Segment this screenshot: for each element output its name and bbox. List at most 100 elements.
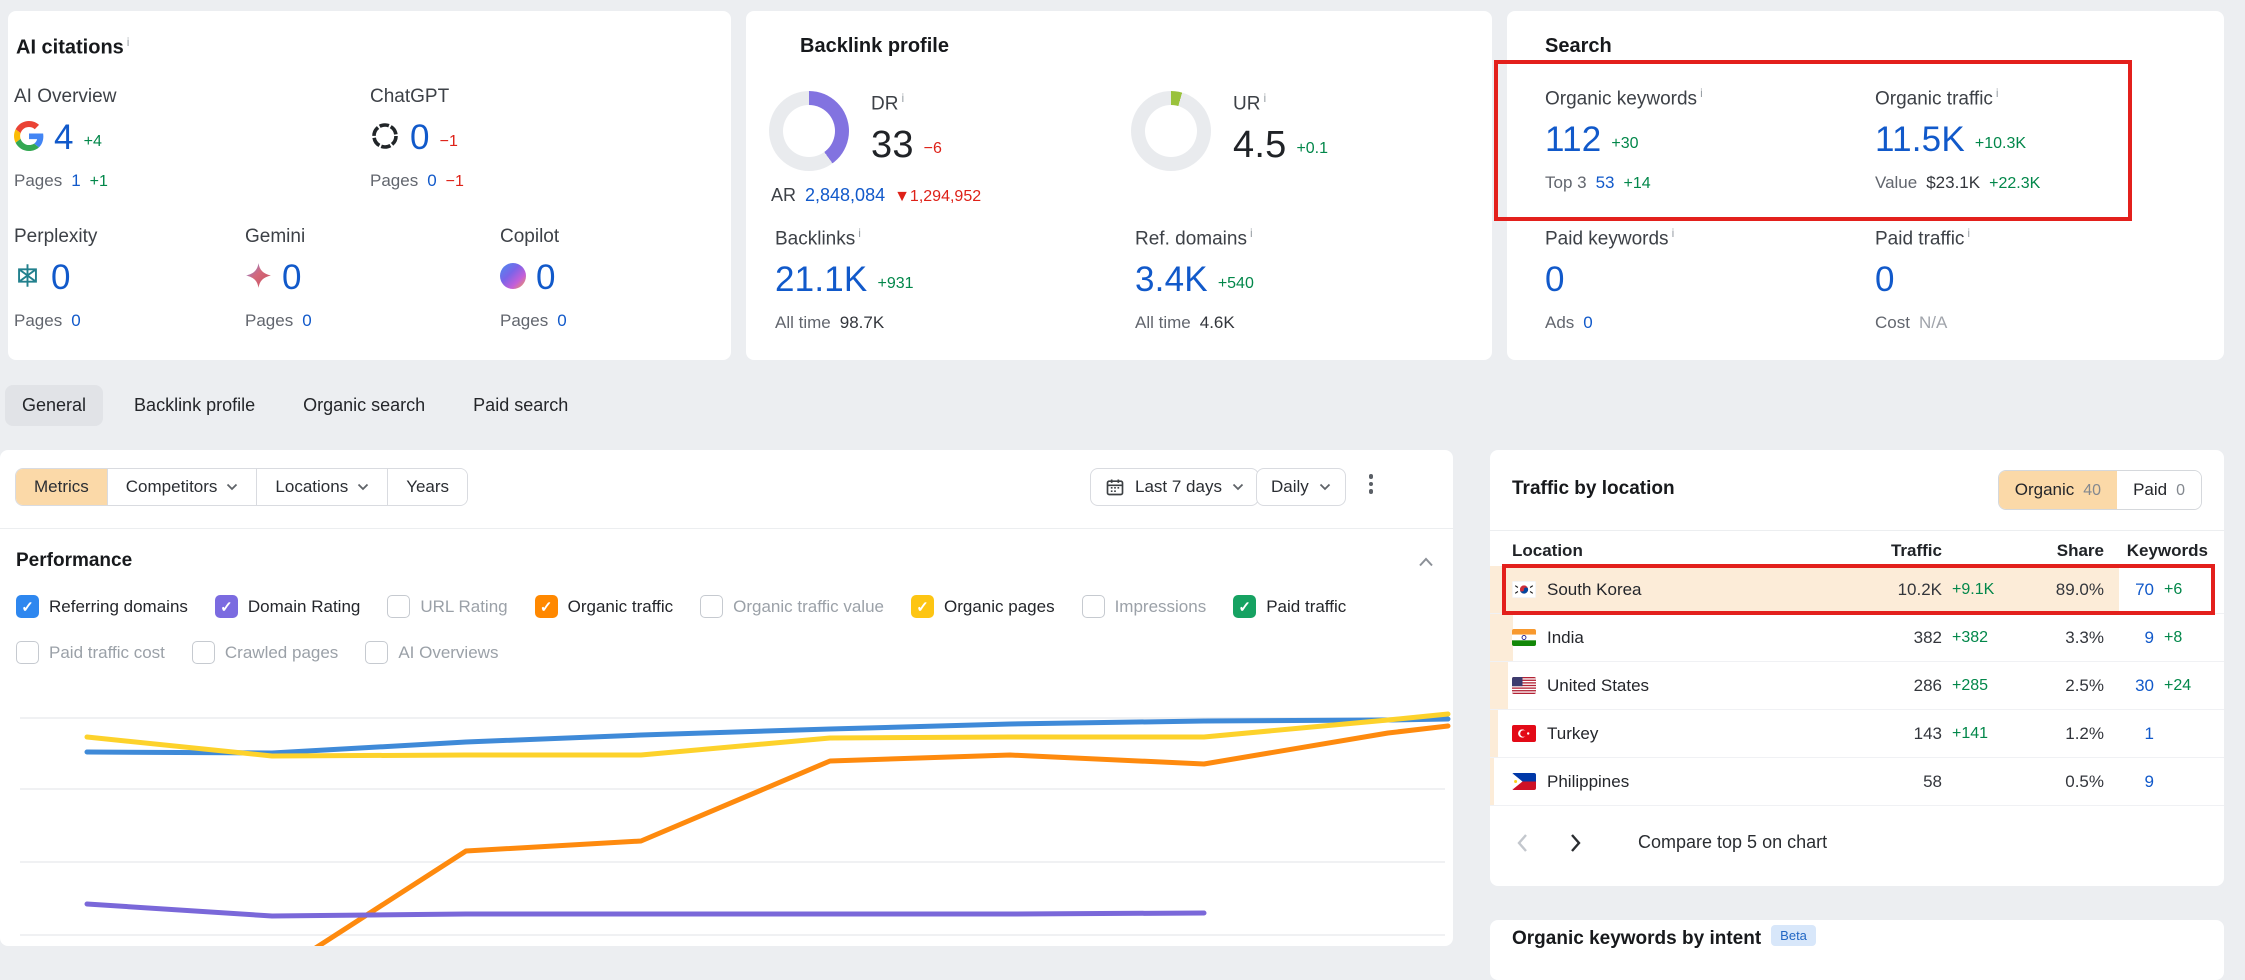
ai-citation-item: Copilot 0 Pages0 [500, 226, 576, 331]
metric-checkbox[interactable]: ✓ Organic pages [911, 595, 1055, 618]
ai-citations-value[interactable]: 0 [410, 118, 430, 158]
prev-page-chevron-icon[interactable] [1516, 833, 1528, 853]
metric-checkbox[interactable]: ✓ Domain Rating [215, 595, 360, 618]
backlinks-metric: Backlinksi 21.1K +931 All time98.7K [775, 226, 914, 333]
granularity-button[interactable]: Daily [1256, 468, 1346, 506]
tab-general[interactable]: General [5, 385, 103, 426]
ai-citations-card: AI citationsi AI Overview 4 +4 Pages1+1 … [8, 11, 731, 360]
organic-traffic-value[interactable]: 11.5K [1875, 120, 1965, 160]
date-range-button[interactable]: Last 7 days [1090, 468, 1259, 506]
location-row[interactable]: Philippines 58 0.5% 9 [1490, 758, 2224, 806]
tab-organic-search[interactable]: Organic search [286, 385, 442, 426]
ref-domains-label: Ref. domainsi [1135, 226, 1254, 250]
dr-delta: −6 [924, 140, 942, 158]
info-icon[interactable]: i [127, 35, 130, 49]
ai-citations-value[interactable]: 4 [54, 118, 74, 158]
checkbox-label: Domain Rating [248, 597, 360, 617]
ar-value[interactable]: 2,848,084 [805, 185, 885, 206]
backlinks-value[interactable]: 21.1K [775, 260, 867, 300]
location-name: United States [1547, 676, 1649, 696]
checkbox-label: Crawled pages [225, 643, 338, 663]
checkbox-label: Referring domains [49, 597, 188, 617]
info-icon[interactable]: i [1672, 226, 1675, 240]
dr-donut-chart [769, 91, 849, 171]
paid-traffic-label: Paid traffici [1875, 226, 1970, 250]
info-icon[interactable]: i [858, 226, 861, 240]
organic-keywords-value[interactable]: 112 [1545, 120, 1601, 160]
country-flag-icon [1512, 773, 1536, 790]
keywords-value[interactable]: 9 [2104, 772, 2154, 792]
metric-checkbox[interactable]: Crawled pages [192, 641, 338, 664]
keywords-value[interactable]: 30 [2104, 676, 2154, 696]
location-row[interactable]: India 382 +382 3.3% 9 +8 [1490, 614, 2224, 662]
ref-domains-value[interactable]: 3.4K [1135, 260, 1208, 300]
keywords-delta: +24 [2154, 677, 2208, 695]
paid-traffic-value[interactable]: 0 [1875, 260, 1895, 300]
openai-icon [370, 121, 400, 151]
metric-checkbox[interactable]: URL Rating [387, 595, 507, 618]
compare-top5-link[interactable]: Compare top 5 on chart [1638, 832, 1827, 853]
ai-citations-delta: +4 [84, 133, 102, 151]
location-row[interactable]: United States 286 +285 2.5% 30 +24 [1490, 662, 2224, 710]
keywords-value[interactable]: 1 [2104, 724, 2154, 744]
paid-toggle-button[interactable]: Paid 0 [2117, 471, 2201, 509]
share-bar [1490, 710, 1498, 757]
location-row[interactable]: Turkey 143 +141 1.2% 1 [1490, 710, 2224, 758]
metric-checkbox[interactable]: ✓ Organic traffic [535, 595, 674, 618]
metric-checkbox[interactable]: Organic traffic value [700, 595, 884, 618]
years-button[interactable]: Years [387, 469, 467, 505]
top3-value[interactable]: 53 [1596, 173, 1615, 193]
info-icon[interactable]: i [1250, 226, 1253, 240]
share-value: 1.2% [2012, 724, 2104, 744]
checkbox-icon [387, 595, 410, 618]
google-icon [14, 121, 44, 151]
info-icon[interactable]: i [1967, 226, 1970, 240]
info-icon[interactable]: i [1996, 86, 1999, 100]
ar-label: AR [771, 185, 796, 206]
country-flag-icon [1512, 629, 1536, 646]
paid-keywords-value[interactable]: 0 [1545, 260, 1565, 300]
ref-domains-alltime: All time4.6K [1135, 313, 1254, 333]
next-page-chevron-icon[interactable] [1570, 833, 1582, 853]
traffic-header: Traffic [1846, 541, 1942, 561]
tab-backlink-profile[interactable]: Backlink profile [117, 385, 272, 426]
metric-checkbox[interactable]: ✓ Referring domains [16, 595, 188, 618]
info-icon[interactable]: i [1263, 91, 1266, 105]
copilot-icon [500, 263, 526, 289]
info-icon[interactable]: i [1700, 86, 1703, 100]
metric-checkbox[interactable]: AI Overviews [365, 641, 498, 664]
organic-toggle-button[interactable]: Organic 40 [1999, 471, 2117, 509]
info-icon[interactable]: i [901, 91, 904, 105]
ai-citations-value[interactable]: 0 [51, 258, 71, 298]
ur-delta: +0.1 [1296, 140, 1328, 158]
checkbox-icon [365, 641, 388, 664]
location-row[interactable]: South Korea 10.2K +9.1K 89.0% 70 +6 [1490, 566, 2224, 614]
metric-checkbox[interactable]: ✓ Paid traffic [1233, 595, 1346, 618]
chevron-down-icon [357, 483, 369, 491]
checkbox-label: URL Rating [420, 597, 507, 617]
keywords-value[interactable]: 9 [2104, 628, 2154, 648]
checkbox-label: Paid traffic cost [49, 643, 165, 663]
ai-citation-item: AI Overview 4 +4 Pages1+1 [14, 86, 116, 191]
tab-paid-search[interactable]: Paid search [456, 385, 585, 426]
ai-source-label: Gemini [245, 226, 321, 248]
gemini-icon [245, 262, 272, 289]
ai-citations-value[interactable]: 0 [282, 258, 302, 298]
checkbox-label: Organic pages [944, 597, 1055, 617]
share-value: 89.0% [2012, 580, 2104, 600]
metric-checkbox[interactable]: Paid traffic cost [16, 641, 165, 664]
keywords-value[interactable]: 70 [2104, 580, 2154, 600]
share-header: Share [2012, 541, 2104, 561]
collapse-chevron-up-icon[interactable] [1418, 554, 1434, 572]
organic-keywords-delta: +30 [1611, 135, 1638, 153]
paid-traffic-metric: Paid traffici 0 Cost N/A [1875, 226, 1970, 333]
locations-dropdown[interactable]: Locations [256, 469, 387, 505]
ai-citations-value[interactable]: 0 [536, 258, 556, 298]
metric-checkbox[interactable]: Impressions [1082, 595, 1207, 618]
competitors-dropdown[interactable]: Competitors [107, 469, 257, 505]
share-bar [1490, 614, 1513, 661]
more-options-kebab-icon[interactable] [1362, 474, 1380, 494]
metrics-button[interactable]: Metrics [16, 469, 107, 505]
tab-bar: General Backlink profile Organic search Pai… [5, 385, 585, 426]
checkbox-label: Impressions [1115, 597, 1207, 617]
